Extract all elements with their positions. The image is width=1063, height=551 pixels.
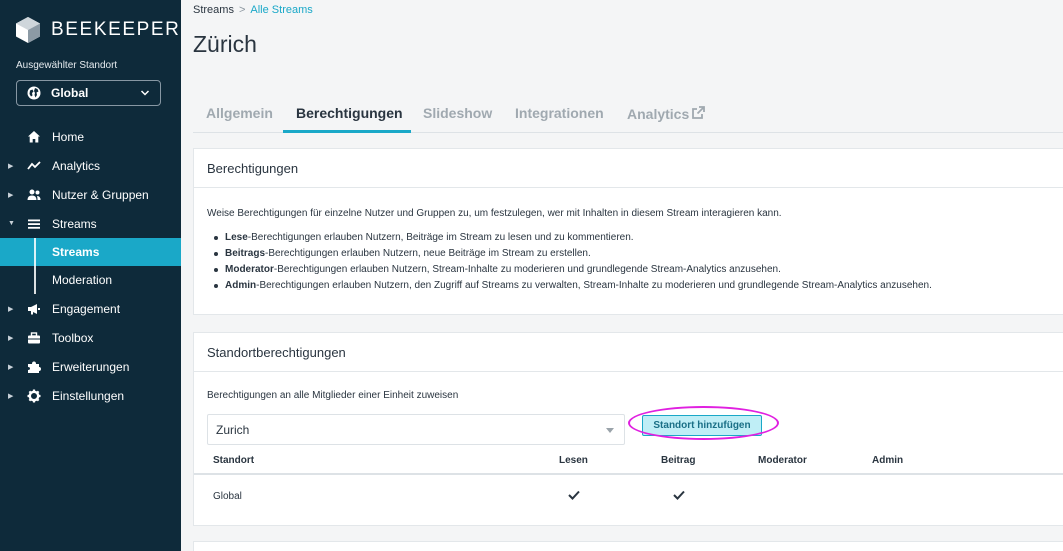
list-item: Admin-Berechtigungen erlauben Nutzern, d… [214,279,932,295]
sidebar-item-extensions[interactable]: ▶ Erweiterungen [0,352,181,381]
sidebar-nav: Home ▶ Analytics ▶ Nutzer & Gruppen ▼ St… [0,122,181,410]
globe-icon [27,86,41,100]
caret-right-icon: ▶ [8,392,14,400]
sidebar: BEEKEEPER Ausgewählter Standort Global H… [0,0,181,551]
location-permissions-card: Standortberechtigungen Berechtigungen an… [193,332,1063,526]
home-icon [26,129,41,144]
sidebar-item-streams[interactable]: ▼ Streams [0,209,181,238]
page-title: Zürich [193,31,257,57]
sidebar-subitem-label: Streams [52,245,100,259]
beekeeper-hexagon-icon [16,17,40,43]
megaphone-icon [26,301,41,316]
permissions-bullet-list: Lese-Berechtigungen erlauben Nutzern, Be… [214,231,932,295]
column-header-beitrag: Beitrag [661,455,696,466]
column-header-admin: Admin [872,455,904,466]
tab-analytics-label: Analytics [627,106,690,122]
tab-slideshow[interactable]: Slideshow [423,105,492,121]
chevron-down-icon [140,90,150,96]
brand-logo[interactable]: BEEKEEPER [15,16,181,44]
location-label: Ausgewählter Standort [16,60,118,71]
sidebar-item-label: Analytics [52,158,101,173]
location-select[interactable]: Global [16,80,161,106]
sidebar-item-home[interactable]: Home [0,122,181,151]
streams-icon [26,216,41,231]
list-item: Beitrags-Berechtigungen erlauben Nutzern… [214,247,932,263]
sidebar-subitem-label: Moderation [52,273,113,287]
tab-bar: Allgemein Berechtigungen Slideshow Integ… [193,96,1063,133]
sidebar-item-engagement[interactable]: ▶ Engagement [0,294,181,323]
puzzle-icon [26,359,41,374]
table-row: Global [194,477,1063,515]
sidebar-item-analytics[interactable]: ▶ Analytics [0,151,181,180]
sidebar-item-users[interactable]: ▶ Nutzer & Gruppen [0,180,181,209]
column-header-standort: Standort [213,455,255,466]
brand-name: BEEKEEPER [51,19,181,40]
caret-down-icon: ▼ [8,220,15,227]
list-item: Moderator-Berechtigungen erlauben Nutzer… [214,263,932,279]
location-card-title: Standortberechtigungen [194,333,1063,372]
caret-right-icon: ▶ [8,334,14,342]
users-icon [26,187,41,202]
sidebar-item-settings[interactable]: ▶ Einstellungen [0,381,181,410]
subnav-line [34,266,36,294]
permissions-card: Berechtigungen Weise Berechtigungen für … [193,148,1063,315]
sidebar-item-label: Engagement [52,301,121,316]
add-location-button[interactable]: Standort hinzufügen [642,415,762,436]
sidebar-item-label: Erweiterungen [52,359,130,374]
sidebar-item-toolbox[interactable]: ▶ Toolbox [0,323,181,352]
row-location: Global [213,491,242,502]
caret-right-icon: ▶ [8,191,14,199]
caret-down-icon [606,428,614,433]
beitrag-check-icon[interactable] [673,489,685,501]
location-unit-select-value: Zurich [216,422,250,437]
sidebar-subitem-moderation[interactable]: Moderation [0,266,181,294]
tab-berechtigungen[interactable]: Berechtigungen [296,105,403,121]
breadcrumb-separator: > [238,4,246,16]
permissions-intro: Weise Berechtigungen für einzelne Nutzer… [207,208,782,219]
breadcrumb-current[interactable]: Alle Streams [250,4,312,16]
caret-right-icon: ▶ [8,162,14,170]
breadcrumb: Streams > Alle Streams [193,4,313,16]
column-header-lesen: Lesen [559,455,588,466]
location-unit-select[interactable]: Zurich [207,414,625,445]
sidebar-item-label: Home [52,129,85,144]
active-tab-indicator [283,130,411,133]
lesen-check-icon[interactable] [568,489,580,501]
location-select-value: Global [51,86,89,100]
sidebar-item-label: Nutzer & Gruppen [52,187,149,202]
caret-right-icon: ▶ [8,363,14,371]
breadcrumb-root[interactable]: Streams [193,4,234,16]
assign-label: Berechtigungen an alle Mitglieder einer … [207,390,459,401]
table-header: Standort Lesen Beitrag Moderator Admin [194,446,1063,475]
analytics-icon [26,158,41,173]
sidebar-item-label: Einstellungen [52,388,125,403]
tab-allgemein[interactable]: Allgemein [206,105,273,121]
tab-analytics[interactable]: Analytics [627,105,706,122]
sidebar-item-label: Toolbox [52,330,94,345]
tab-integrationen[interactable]: Integrationen [515,105,604,121]
caret-right-icon: ▶ [8,305,14,313]
subnav-line [34,238,36,266]
external-link-icon [692,106,706,119]
sidebar-item-label: Streams [52,216,97,231]
sidebar-subitem-streams[interactable]: Streams [0,238,181,266]
list-item: Lese-Berechtigungen erlauben Nutzern, Be… [214,231,932,247]
column-header-moderator: Moderator [758,455,807,466]
toolbox-icon [26,330,41,345]
gear-icon [26,388,41,403]
next-card [193,541,1063,551]
permissions-card-title: Berechtigungen [194,149,1063,188]
